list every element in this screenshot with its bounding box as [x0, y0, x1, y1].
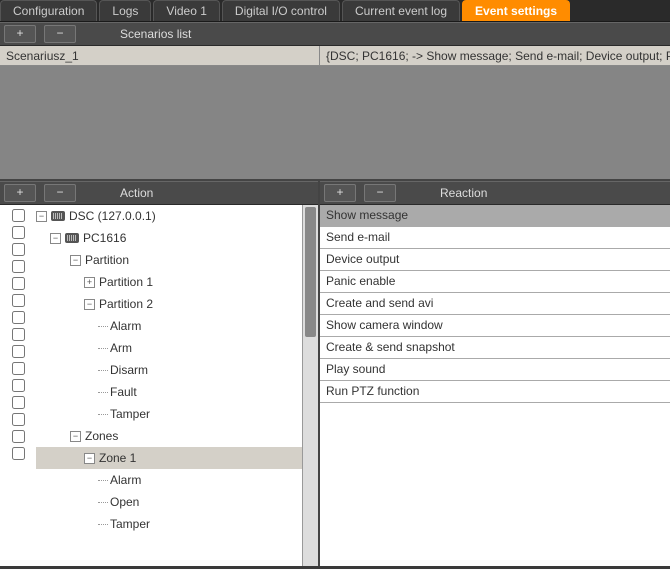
tree-label: Zone 1 [99, 451, 136, 465]
tree-node-zones[interactable]: − Zones [36, 425, 302, 447]
remove-scenario-button[interactable]: − [44, 25, 76, 43]
tree-label: Alarm [110, 319, 141, 333]
tree-label: Fault [110, 385, 137, 399]
collapse-icon[interactable]: − [70, 431, 81, 442]
tree-node-dsc[interactable]: − DSC (127.0.0.1) [36, 205, 302, 227]
action-checkbox[interactable] [12, 226, 25, 239]
reaction-row[interactable]: Show camera window [320, 315, 670, 337]
scenarios-header: + − Scenarios list [0, 22, 670, 46]
device-icon [65, 233, 79, 243]
tree-label: Alarm [110, 473, 141, 487]
tree-node-z1-tamper[interactable]: Tamper [36, 513, 302, 535]
scenarios-list: Scenariusz_1 {DSC; PC1616; -> Show messa… [0, 46, 670, 181]
tree-label: Partition [85, 253, 129, 267]
tab-digital-io[interactable]: Digital I/O control [222, 0, 340, 21]
scenarios-title: Scenarios list [80, 27, 670, 41]
action-body: − DSC (127.0.0.1) − PC1616 − Partition [0, 205, 318, 566]
action-checkbox[interactable] [12, 413, 25, 426]
reaction-title: Reaction [400, 186, 670, 200]
tree-label: Open [110, 495, 139, 509]
collapse-icon[interactable]: − [84, 453, 95, 464]
reaction-row[interactable]: Run PTZ function [320, 381, 670, 403]
expand-icon[interactable]: + [84, 277, 95, 288]
collapse-icon[interactable]: − [70, 255, 81, 266]
action-panel: + − Action [0, 181, 320, 566]
tree-label: Partition 2 [99, 297, 153, 311]
tree-node-partition-2[interactable]: − Partition 2 [36, 293, 302, 315]
scenario-name: Scenariusz_1 [0, 46, 320, 65]
device-icon [51, 211, 65, 221]
reaction-body: Show message Send e-mail Device output P… [320, 205, 670, 566]
tab-configuration[interactable]: Configuration [0, 0, 97, 21]
reaction-list: Show message Send e-mail Device output P… [320, 205, 670, 566]
reaction-row[interactable]: Create and send avi [320, 293, 670, 315]
tree-node-partition-1[interactable]: + Partition 1 [36, 271, 302, 293]
action-title: Action [80, 186, 318, 200]
tree-node-zone-1[interactable]: − Zone 1 [36, 447, 302, 469]
tree-label: PC1616 [83, 231, 126, 245]
scenario-row[interactable]: Scenariusz_1 {DSC; PC1616; -> Show messa… [0, 46, 670, 66]
action-header: + − Action [0, 181, 318, 205]
tree-label: Tamper [110, 407, 150, 421]
action-checkbox[interactable] [12, 260, 25, 273]
reaction-row[interactable]: Show message [320, 205, 670, 227]
tree-label: Arm [110, 341, 132, 355]
tree-node-partition[interactable]: − Partition [36, 249, 302, 271]
tab-current-event-log[interactable]: Current event log [342, 0, 460, 21]
action-checkbox[interactable] [12, 362, 25, 375]
action-checkbox[interactable] [12, 345, 25, 358]
action-checkbox[interactable] [12, 277, 25, 290]
action-reaction-panels: + − Action [0, 181, 670, 566]
reaction-row[interactable]: Create & send snapshot [320, 337, 670, 359]
tree-node-alarm[interactable]: Alarm [36, 315, 302, 337]
collapse-icon[interactable]: − [84, 299, 95, 310]
tab-video1[interactable]: Video 1 [153, 0, 219, 21]
action-checkbox[interactable] [12, 328, 25, 341]
action-tree: − DSC (127.0.0.1) − PC1616 − Partition [36, 205, 302, 566]
action-checkbox[interactable] [12, 447, 25, 460]
remove-action-button[interactable]: − [44, 184, 76, 202]
tree-node-arm[interactable]: Arm [36, 337, 302, 359]
action-scrollbar[interactable] [302, 205, 318, 566]
tree-label: Zones [85, 429, 118, 443]
reaction-header: + − Reaction [320, 181, 670, 205]
reaction-row[interactable]: Panic enable [320, 271, 670, 293]
tree-node-disarm[interactable]: Disarm [36, 359, 302, 381]
tree-node-tamper[interactable]: Tamper [36, 403, 302, 425]
reaction-row[interactable]: Send e-mail [320, 227, 670, 249]
remove-reaction-button[interactable]: − [364, 184, 396, 202]
tree-label: DSC (127.0.0.1) [69, 209, 156, 223]
add-reaction-button[interactable]: + [324, 184, 356, 202]
action-checkbox-column [0, 205, 36, 566]
tree-node-z1-open[interactable]: Open [36, 491, 302, 513]
reaction-row[interactable]: Device output [320, 249, 670, 271]
scenario-description: {DSC; PC1616; -> Show message; Send e-ma… [320, 46, 670, 65]
action-checkbox[interactable] [12, 379, 25, 392]
tree-node-z1-alarm[interactable]: Alarm [36, 469, 302, 491]
tree-node-pc1616[interactable]: − PC1616 [36, 227, 302, 249]
action-checkbox[interactable] [12, 311, 25, 324]
tab-logs[interactable]: Logs [99, 0, 151, 21]
scrollbar-thumb[interactable] [305, 207, 316, 337]
reaction-panel: + − Reaction Show message Send e-mail De… [320, 181, 670, 566]
tree-label: Tamper [110, 517, 150, 531]
tree-label: Partition 1 [99, 275, 153, 289]
tab-bar: Configuration Logs Video 1 Digital I/O c… [0, 0, 670, 22]
action-checkbox[interactable] [12, 430, 25, 443]
add-action-button[interactable]: + [4, 184, 36, 202]
action-checkbox[interactable] [12, 209, 25, 222]
action-checkbox[interactable] [12, 294, 25, 307]
collapse-icon[interactable]: − [50, 233, 61, 244]
action-checkbox[interactable] [12, 243, 25, 256]
action-checkbox[interactable] [12, 396, 25, 409]
collapse-icon[interactable]: − [36, 211, 47, 222]
reaction-row[interactable]: Play sound [320, 359, 670, 381]
tab-event-settings[interactable]: Event settings [462, 0, 570, 21]
add-scenario-button[interactable]: + [4, 25, 36, 43]
tree-label: Disarm [110, 363, 148, 377]
tree-node-fault[interactable]: Fault [36, 381, 302, 403]
